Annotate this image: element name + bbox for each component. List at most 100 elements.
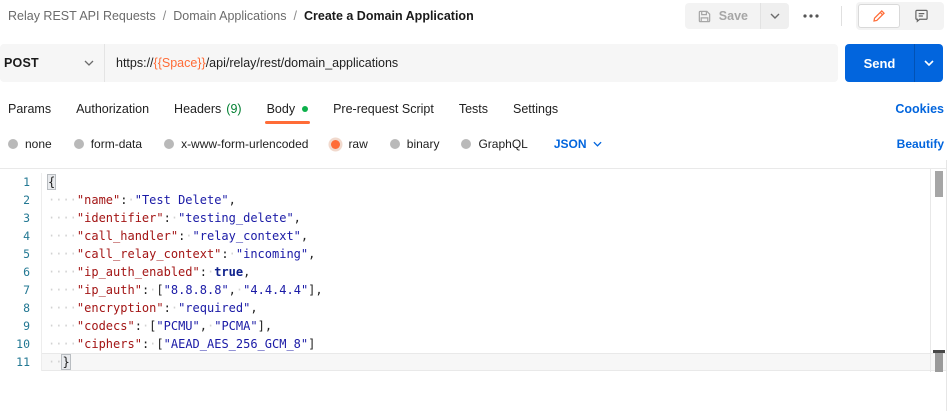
code-line[interactable]: ····"ip_auth_enabled":·true, — [42, 263, 946, 281]
line-number: 6 — [0, 263, 42, 281]
tab-authorization[interactable]: Authorization — [76, 93, 149, 125]
matched-bracket: { — [48, 175, 55, 189]
tab-settings[interactable]: Settings — [513, 93, 558, 125]
token-str: "PCMA" — [214, 319, 257, 333]
save-button-group: Save — [685, 3, 789, 29]
token-str: "relay_context" — [193, 229, 301, 243]
body-type-label: binary — [407, 137, 440, 151]
body-type-label: form-data — [91, 137, 142, 151]
tab-label: Params — [8, 102, 51, 116]
cookies-link[interactable]: Cookies — [895, 102, 944, 116]
editor-scrollbar-thumb[interactable] — [935, 171, 943, 197]
send-button[interactable]: Send — [845, 44, 914, 82]
tab-body[interactable]: Body — [267, 93, 309, 125]
editor-line: 9····"codecs":·["PCMU",·"PCMA"], — [0, 317, 946, 335]
code-line[interactable]: { — [42, 173, 946, 191]
code-line[interactable]: ····"codecs":·["PCMU",·"PCMA"], — [42, 317, 946, 335]
code-line[interactable]: ··} — [42, 353, 946, 371]
token-punc: , — [250, 301, 257, 315]
method-label: POST — [4, 56, 39, 70]
breadcrumb: Relay REST API Requests / Domain Applicati… — [8, 9, 474, 23]
line-number: 4 — [0, 227, 42, 245]
token-punc: ] — [308, 337, 315, 351]
method-selector[interactable]: POST — [0, 44, 104, 82]
token-str: "AEAD_AES_256_GCM_8" — [164, 337, 309, 351]
token-punc: , — [301, 229, 308, 243]
token-ws: · — [171, 211, 178, 225]
token-bool: true — [214, 265, 243, 279]
line-number: 9 — [0, 317, 42, 335]
code-line[interactable]: ····"call_handler":·"relay_context", — [42, 227, 946, 245]
radio-icon — [331, 140, 340, 149]
language-selector[interactable]: JSON — [554, 137, 602, 151]
save-button[interactable]: Save — [685, 3, 760, 29]
tab-pre-request-script[interactable]: Pre-request Script — [333, 93, 434, 125]
radio-icon — [164, 139, 174, 149]
breadcrumb-item[interactable]: Create a Domain Application — [304, 9, 474, 23]
token-str: "4.4.4.4" — [243, 283, 308, 297]
send-options-button[interactable] — [914, 44, 943, 82]
body-code-editor[interactable]: 1{2····"name":·"Test Delete",3····"ident… — [0, 168, 946, 372]
comments-button[interactable] — [900, 4, 942, 28]
token-str: "8.8.8.8" — [164, 283, 229, 297]
breadcrumb-separator: / — [163, 9, 166, 23]
token-punc: ], — [258, 319, 272, 333]
token-ws: · — [229, 247, 236, 261]
token-ws: ···· — [48, 319, 77, 333]
code-line[interactable]: ····"name":·"Test Delete", — [42, 191, 946, 209]
more-options-button[interactable] — [795, 3, 827, 29]
token-ws: ···· — [48, 247, 77, 261]
beautify-link[interactable]: Beautify — [897, 137, 944, 151]
body-type-raw[interactable]: raw — [330, 137, 367, 151]
save-options-button[interactable] — [761, 3, 789, 29]
body-type-binary[interactable]: binary — [390, 137, 440, 151]
editor-scrollbar — [930, 169, 946, 372]
token-punc: [ — [156, 337, 163, 351]
body-type-label: raw — [348, 137, 367, 151]
line-number: 11 — [0, 353, 42, 371]
line-number: 2 — [0, 191, 42, 209]
tab-headers[interactable]: Headers(9) — [174, 93, 242, 125]
body-type-graphql[interactable]: GraphQL — [461, 137, 527, 151]
radio-icon — [74, 139, 84, 149]
chevron-down-icon — [924, 60, 934, 66]
editor-line: 11··} — [0, 353, 946, 371]
token-punc: : — [120, 193, 127, 207]
body-type-form-data[interactable]: form-data — [74, 137, 142, 151]
token-punc: , — [229, 283, 236, 297]
token-punc: : — [164, 301, 171, 315]
tab-params[interactable]: Params — [8, 93, 51, 125]
radio-icon — [8, 139, 18, 149]
body-type-x-www-form-urlencoded[interactable]: x-www-form-urlencoded — [164, 137, 308, 151]
token-punc: : — [164, 211, 171, 225]
url-prefix: https:// — [116, 56, 154, 70]
token-str: "Test Delete" — [135, 193, 229, 207]
code-line[interactable]: ····"ciphers":·["AEAD_AES_256_GCM_8"] — [42, 335, 946, 353]
token-ws: · — [171, 301, 178, 315]
line-number: 5 — [0, 245, 42, 263]
body-type-none[interactable]: none — [8, 137, 52, 151]
token-ws: ···· — [48, 193, 77, 207]
tab-tests[interactable]: Tests — [459, 93, 488, 125]
pencil-icon — [872, 9, 886, 23]
url-input[interactable]: https://{{Space}}/api/relay/rest/domain_… — [105, 56, 838, 70]
code-line[interactable]: ····"call_relay_context":·"incoming", — [42, 245, 946, 263]
code-line[interactable]: ····"ip_auth":·["8.8.8.8",·"4.4.4.4"], — [42, 281, 946, 299]
token-ws: ···· — [48, 301, 77, 315]
floppy-disk-icon — [697, 9, 712, 24]
body-type-row: none form-data x-www-form-urlencoded raw bin… — [8, 130, 944, 158]
url-bar: POST https://{{Space}}/api/relay/rest/do… — [0, 44, 838, 82]
page-scrollbar-thumb[interactable] — [935, 353, 943, 372]
tab-label: Authorization — [76, 102, 149, 116]
token-punc: , — [200, 319, 207, 333]
body-type-label: x-www-form-urlencoded — [181, 137, 308, 151]
tab-label: Headers — [174, 102, 221, 116]
breadcrumb-item[interactable]: Domain Applications — [173, 9, 286, 23]
token-punc: , — [243, 265, 250, 279]
chevron-down-icon — [593, 141, 602, 147]
breadcrumb-item[interactable]: Relay REST API Requests — [8, 9, 156, 23]
code-line[interactable]: ····"encryption":·"required", — [42, 299, 946, 317]
code-line[interactable]: ····"identifier":·"testing_delete", — [42, 209, 946, 227]
breadcrumb-separator: / — [294, 9, 297, 23]
documentation-edit-button[interactable] — [858, 4, 900, 28]
